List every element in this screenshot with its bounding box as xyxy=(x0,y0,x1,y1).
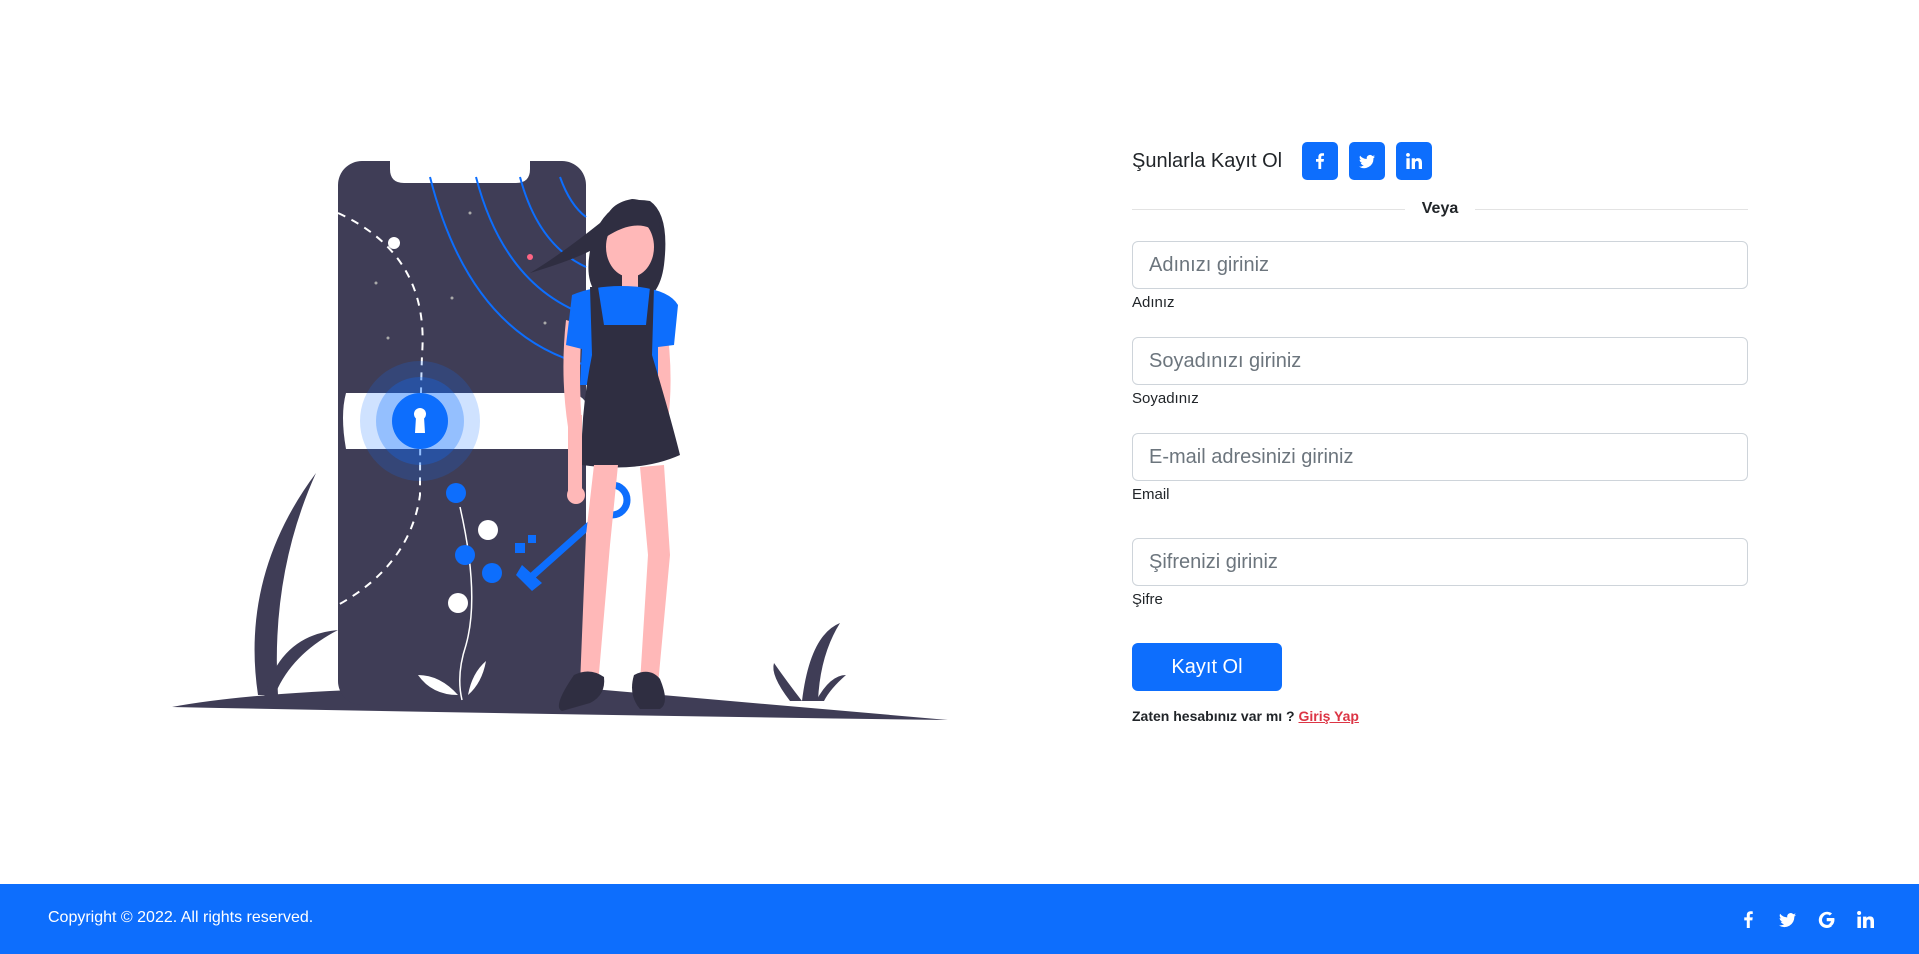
first-name-group: Adınız xyxy=(1132,241,1748,311)
linkedin-icon xyxy=(1856,910,1874,928)
last-name-label: Soyadınız xyxy=(1132,390,1199,407)
footer-linkedin-link[interactable] xyxy=(1856,910,1874,928)
first-name-label: Adınız xyxy=(1132,294,1175,311)
password-label: Şifre xyxy=(1132,591,1163,608)
keyhole-icon xyxy=(415,417,425,433)
email-label: Email xyxy=(1132,486,1170,503)
divider-line xyxy=(1132,208,1405,210)
login-prompt-text: Zaten hesabınız var mı ? xyxy=(1132,708,1295,724)
twitter-signup-button[interactable] xyxy=(1349,142,1386,180)
plant-leaf xyxy=(816,675,846,701)
facebook-signup-button[interactable] xyxy=(1302,142,1339,180)
footer-facebook-link[interactable] xyxy=(1739,910,1757,928)
signup-form: Şunlarla Kayıt Ol Veya Adınız Soyadınız … xyxy=(1132,140,1749,724)
divider-line xyxy=(1475,208,1749,210)
email-group: Email xyxy=(1132,433,1748,503)
footer-google-link[interactable] xyxy=(1817,910,1835,928)
divider-text: Veya xyxy=(1421,200,1459,217)
last-name-group: Soyadınız xyxy=(1132,337,1748,407)
footer-social-icons xyxy=(1718,910,1874,928)
linkedin-icon xyxy=(1406,153,1423,169)
facebook-icon xyxy=(1743,910,1753,928)
last-name-input[interactable] xyxy=(1132,337,1748,385)
social-signup-label: Şunlarla Kayıt Ol xyxy=(1132,149,1283,172)
footer: Copyright © 2022. All rights reserved. xyxy=(0,884,1919,954)
email-input[interactable] xyxy=(1132,433,1748,481)
password-input[interactable] xyxy=(1132,538,1748,586)
or-divider: Veya xyxy=(1132,198,1749,220)
facebook-icon xyxy=(1316,153,1325,169)
footer-twitter-link[interactable] xyxy=(1778,910,1796,928)
plant-leaf xyxy=(802,623,840,701)
first-name-input[interactable] xyxy=(1132,241,1748,289)
twitter-icon xyxy=(1359,154,1376,169)
login-prompt: Zaten hesabınız var mı ? Giriş Yap xyxy=(1132,708,1748,724)
phone-notch xyxy=(390,161,530,183)
linkedin-signup-button[interactable] xyxy=(1396,142,1433,180)
plant-leaf xyxy=(773,663,802,701)
password-group: Şifre xyxy=(1132,538,1748,608)
google-icon xyxy=(1818,911,1834,928)
twitter-icon xyxy=(1778,912,1796,927)
hero-illustration xyxy=(172,161,948,720)
copyright-text: Copyright © 2022. All rights reserved. xyxy=(48,909,314,926)
social-signup-row: Şunlarla Kayıt Ol xyxy=(1132,141,1748,181)
login-link[interactable]: Giriş Yap xyxy=(1299,708,1359,724)
register-button[interactable]: Kayıt Ol xyxy=(1132,643,1282,691)
